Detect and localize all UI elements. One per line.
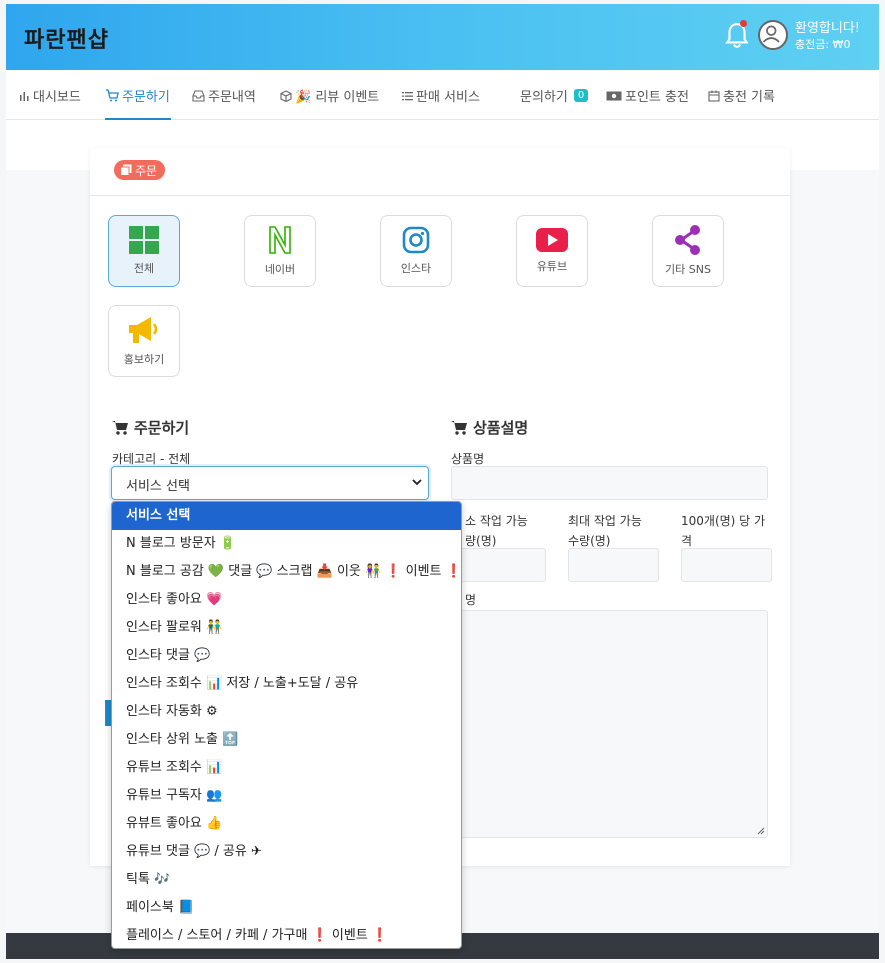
product-name-field: [451, 466, 768, 500]
category-promotion-label: 홍보하기: [123, 353, 165, 366]
service-option[interactable]: 틱톡 🎶: [112, 866, 461, 894]
nav-inquiry[interactable]: 문의하기 0: [520, 86, 589, 105]
service-select-value: 서비스 선택: [126, 479, 190, 494]
category-field-label: 카테고리 - 전체: [112, 452, 191, 466]
order-section-title-text: 주문하기: [134, 419, 190, 437]
share-icon: [675, 225, 700, 255]
category-other-sns-label: 기타 SNS: [665, 263, 711, 276]
service-option[interactable]: 유튜브 구독자 👥: [112, 782, 461, 810]
nav-review-event-label: 🎉 리뷰 이벤트: [295, 90, 380, 105]
nav-order-history[interactable]: 주문내역: [192, 86, 256, 105]
category-naver[interactable]: 네이버: [244, 215, 316, 287]
list-icon: [402, 91, 413, 100]
service-option[interactable]: 유튜브 댓글 💬 / 공유 ✈: [112, 838, 461, 866]
nav-sales-service-label: 판매 서비스: [416, 90, 480, 105]
min-qty-label-line1: 소 작업 가능: [465, 514, 528, 528]
min-qty-label-line2: 량(명): [465, 534, 497, 548]
category-instagram-label: 인스타: [400, 262, 432, 275]
cart-icon: [112, 421, 128, 435]
product-section-title: 상품설명: [451, 417, 528, 438]
category-naver-label: 네이버: [264, 263, 296, 276]
resize-handle-icon[interactable]: [757, 827, 765, 835]
price-label-line1: 100개(명) 당 가: [681, 514, 766, 528]
main-nav: 대시보드 주문하기 주문내역 🎉 리뷰 이벤트 판매 서비스 문의하기 0 포인…: [6, 70, 879, 120]
nav-charge-history-label: 충전 기록: [723, 90, 775, 105]
service-option[interactable]: 인스타 상위 노출 🔝: [112, 726, 461, 754]
nav-point-charge-label: 포인트 충전: [625, 90, 689, 105]
service-option[interactable]: 인스타 댓글 💬: [112, 642, 461, 670]
balance-text: 충전금: ₩0: [795, 38, 851, 51]
cart-icon: [451, 421, 467, 435]
category-instagram[interactable]: 인스타: [380, 215, 452, 287]
youtube-icon: [536, 228, 568, 252]
nav-sales-service[interactable]: 판매 서비스: [402, 86, 480, 105]
nav-review-event[interactable]: 🎉 리뷰 이벤트: [280, 86, 379, 105]
card-header: 주문: [90, 148, 790, 196]
inquiry-count-badge: 0: [573, 89, 589, 102]
service-option[interactable]: 인스타 자동화 ⚙: [112, 698, 461, 726]
service-dropdown-list: 서비스 선택 N 블로그 방문자 🔋 N 블로그 공감 💚 댓글 💬 스크랩 📥…: [111, 501, 462, 949]
instagram-icon: [402, 226, 430, 254]
price-label-line2: 격: [681, 534, 693, 548]
order-badge: 주문: [114, 160, 166, 180]
box-icon: [280, 89, 292, 102]
category-youtube-label: 유튜브: [536, 260, 568, 273]
category-all-label: 전체: [133, 262, 155, 275]
category-promotion[interactable]: 홍보하기: [108, 305, 180, 377]
order-section-title: 주문하기: [112, 417, 189, 438]
bell-icon[interactable]: [724, 22, 750, 50]
service-option[interactable]: 플레이스 / 스토어 / 카페 / 가구매 ❗ 이벤트 ❗: [112, 922, 461, 948]
naver-icon: [269, 226, 291, 254]
description-textarea: [455, 610, 768, 838]
service-select[interactable]: 서비스 선택: [111, 466, 429, 500]
service-option[interactable]: 인스타 좋아요 💗: [112, 586, 461, 614]
chevron-down-icon: [412, 479, 422, 486]
product-section-title-text: 상품설명: [473, 419, 529, 437]
service-option[interactable]: 유뷰트 좋아요 👍: [112, 810, 461, 838]
money-icon: [606, 91, 622, 100]
cart-icon: [106, 89, 119, 102]
service-option[interactable]: 인스타 조회수 📊 저장 / 노출+도달 / 공유: [112, 670, 461, 698]
top-header: 파란팬샵 환영합니다! 충전금: ₩0: [6, 4, 879, 70]
nav-charge-history[interactable]: 충전 기록: [708, 86, 775, 105]
service-option[interactable]: 페이스북 📘: [112, 894, 461, 922]
service-option[interactable]: 서비스 선택: [112, 502, 461, 530]
nav-order-label: 주문하기: [122, 90, 170, 105]
grid-icon: [129, 226, 159, 254]
nav-inquiry-label: 문의하기: [520, 90, 568, 105]
service-option[interactable]: N 블로그 방문자 🔋: [112, 530, 461, 558]
max-qty-field: [568, 548, 659, 582]
max-qty-label-line1: 최대 작업 가능: [568, 514, 642, 528]
nav-dashboard-label: 대시보드: [33, 90, 81, 105]
nav-point-charge[interactable]: 포인트 충전: [606, 86, 689, 105]
inbox-icon: [192, 89, 205, 102]
description-label: 명: [465, 593, 477, 607]
nav-order[interactable]: 주문하기: [105, 86, 170, 105]
category-youtube[interactable]: 유튜브: [516, 215, 588, 287]
bar-chart-icon: [20, 92, 29, 101]
nav-order-history-label: 주문내역: [208, 90, 256, 105]
category-all[interactable]: 전체: [108, 215, 180, 287]
service-option[interactable]: N 블로그 공감 💚 댓글 💬 스크랩 📥 이웃 👫 ❗ 이벤트 ❗: [112, 558, 461, 586]
notification-dot: [740, 20, 747, 27]
megaphone-icon: [129, 317, 158, 343]
avatar-icon[interactable]: [758, 20, 788, 50]
welcome-text: 환영합니다!: [795, 21, 861, 36]
copy-icon: [120, 164, 132, 176]
service-option[interactable]: 인스타 팔로워 👬: [112, 614, 461, 642]
service-option[interactable]: 유튜브 조회수 📊: [112, 754, 461, 782]
price-field: [681, 548, 772, 582]
product-name-label: 상품명: [451, 452, 485, 466]
nav-dashboard[interactable]: 대시보드: [19, 86, 81, 105]
brand-logo[interactable]: 파란팬샵: [24, 22, 109, 54]
max-qty-label-line2: 수량(명): [568, 534, 611, 548]
calendar-icon: [708, 90, 720, 102]
category-other-sns[interactable]: 기타 SNS: [652, 215, 724, 287]
min-qty-field: [455, 548, 546, 582]
order-badge-label: 주문: [135, 163, 158, 178]
